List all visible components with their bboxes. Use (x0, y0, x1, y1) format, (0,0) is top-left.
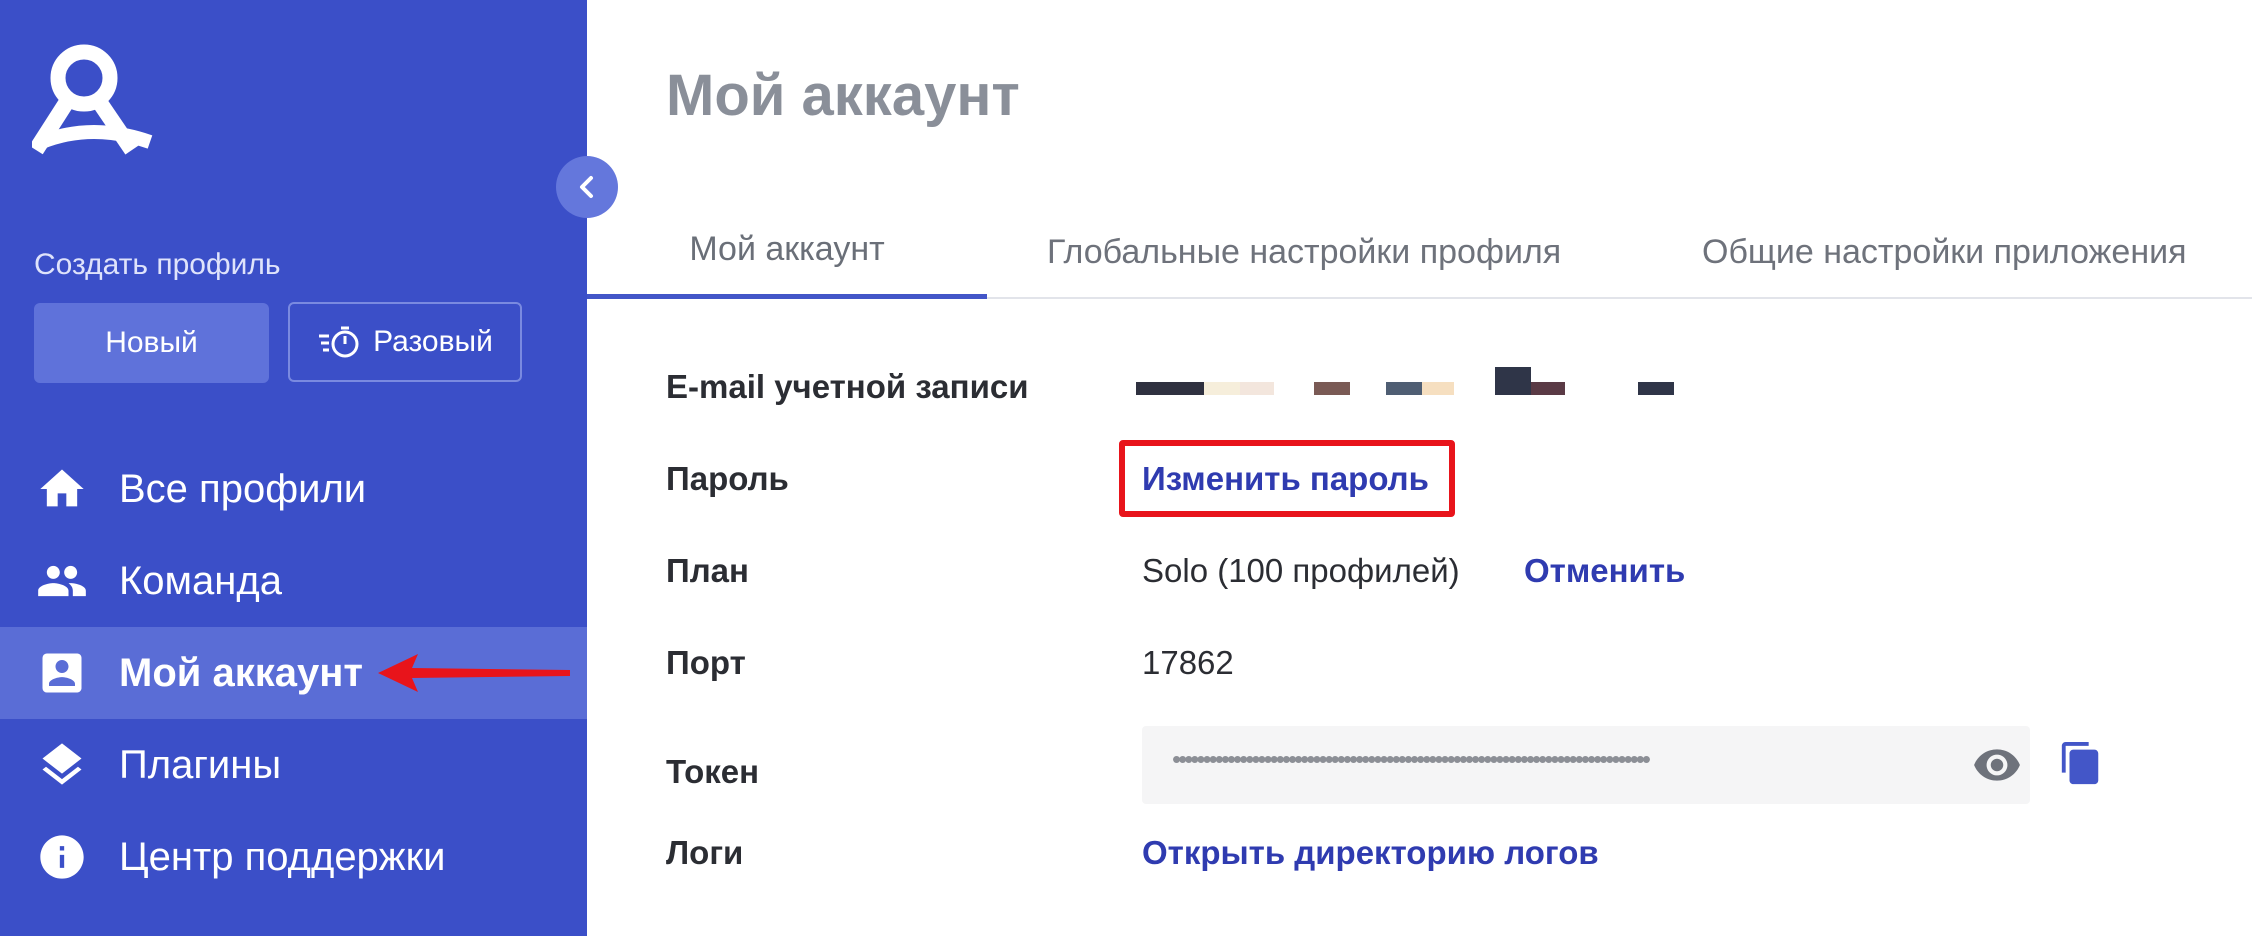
token-value-masked: ••••••••••••••••••••••••••••••••••••••••… (1172, 744, 1651, 774)
open-logs-directory-link[interactable]: Открыть директорию логов (1142, 834, 1599, 872)
timer-icon (319, 326, 359, 358)
one-time-profile-button[interactable]: Разовый (288, 302, 522, 382)
tab-my-account[interactable]: Мой аккаунт (587, 205, 987, 299)
sidebar-item-support[interactable]: Центр поддержки (0, 811, 587, 903)
page-title: Мой аккаунт (666, 63, 1020, 128)
create-profile-label: Создать профиль (34, 248, 281, 281)
sidebar-item-team[interactable]: Команда (0, 535, 587, 627)
layers-icon (36, 739, 88, 791)
eye-icon[interactable] (1970, 740, 2024, 790)
info-icon (36, 831, 88, 883)
sidebar-item-all-profiles[interactable]: Все профили (0, 443, 587, 535)
plan-value: Solo (100 профилей) (1142, 552, 1460, 589)
account-icon (36, 647, 88, 699)
people-icon (36, 555, 88, 607)
sidebar-item-label: Мой аккаунт (119, 650, 363, 695)
tab-bar: Мой аккаунт Глобальные настройки профиля… (587, 205, 2252, 299)
plan-label: План (666, 552, 749, 589)
email-label: E-mail учетной записи (666, 368, 1029, 405)
copy-icon[interactable] (2058, 740, 2104, 790)
logs-label: Логи (666, 834, 744, 871)
sidebar-item-label: Центр поддержки (119, 834, 446, 879)
sidebar: Создать профиль Новый Разовый Все профил… (0, 0, 587, 936)
sidebar-item-plugins[interactable]: Плагины (0, 719, 587, 811)
home-icon (36, 463, 88, 515)
one-time-profile-label: Разовый (373, 325, 493, 358)
chevron-left-icon (580, 176, 593, 198)
sidebar-item-label: Плагины (119, 742, 282, 787)
cancel-plan-link[interactable]: Отменить (1524, 552, 1685, 590)
new-profile-button[interactable]: Новый (34, 303, 269, 383)
port-value: 17862 (1142, 644, 1234, 681)
sidebar-item-label: Все профили (119, 466, 367, 511)
email-value-redacted (1136, 365, 1676, 405)
tab-app-settings[interactable]: Общие настройки приложения (1702, 205, 2187, 299)
app-logo-icon (32, 44, 153, 155)
token-field[interactable]: ••••••••••••••••••••••••••••••••••••••••… (1142, 726, 2030, 804)
sidebar-item-label: Команда (119, 558, 282, 603)
password-label: Пароль (666, 460, 789, 497)
tab-global-profile-settings[interactable]: Глобальные настройки профиля (1047, 205, 1561, 299)
red-highlight-annotation (1119, 440, 1455, 517)
token-label: Токен (666, 753, 760, 790)
port-label: Порт (666, 644, 746, 681)
red-arrow-annotation (378, 654, 570, 692)
